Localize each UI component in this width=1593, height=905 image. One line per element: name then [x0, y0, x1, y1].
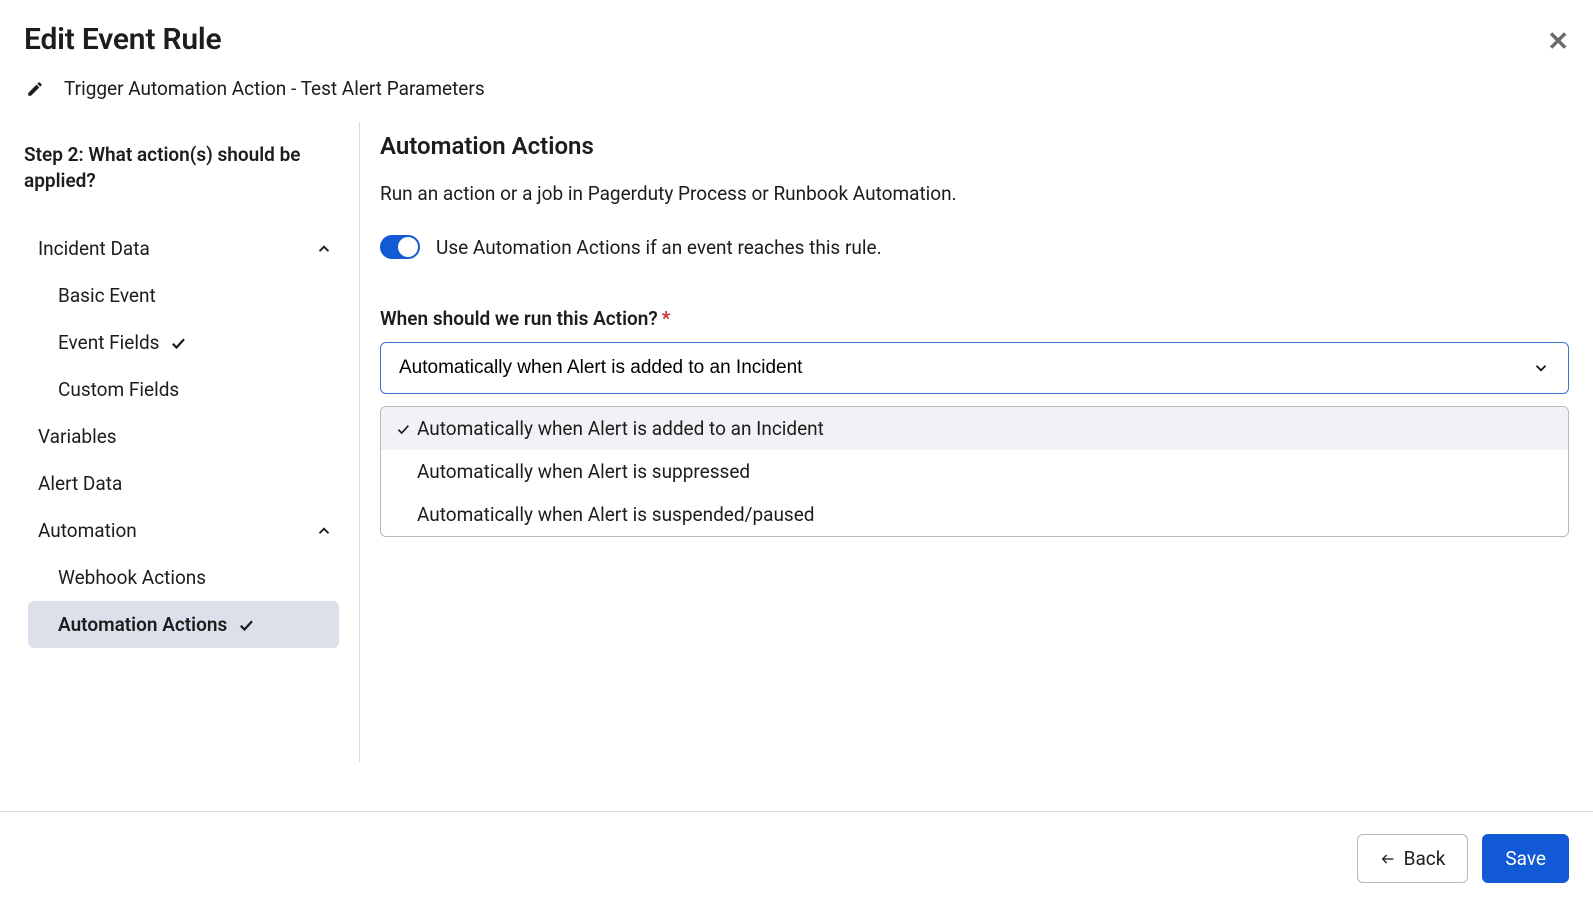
dropdown-option-suppressed[interactable]: Automatically when Alert is suppressed	[381, 450, 1568, 493]
step-label: Step 2: What action(s) should be applied…	[24, 142, 347, 193]
sidebar-item-event-fields[interactable]: Event Fields	[24, 319, 347, 366]
footer: Back Save	[0, 811, 1593, 905]
sidebar-item-webhook-actions[interactable]: Webhook Actions	[24, 554, 347, 601]
option-label: Automatically when Alert is suppressed	[417, 460, 750, 483]
pencil-icon[interactable]	[26, 80, 44, 98]
check-icon	[237, 616, 255, 634]
page-title: Edit Event Rule	[24, 22, 1569, 57]
required-asterisk: *	[662, 307, 671, 330]
main-panel: Automation Actions Run an action or a jo…	[360, 122, 1593, 762]
close-button[interactable]: ✕	[1547, 28, 1569, 54]
toggle-row: Use Automation Actions if an event reach…	[380, 235, 1569, 259]
sidebar-item-alert-data[interactable]: Alert Data	[24, 460, 347, 507]
subtitle-row: Trigger Automation Action - Test Alert P…	[24, 77, 1569, 100]
chevron-up-icon	[315, 240, 333, 258]
sidebar-item-label: Automation Actions	[58, 613, 227, 636]
option-label: Automatically when Alert is added to an …	[417, 417, 824, 440]
check-icon	[395, 421, 417, 437]
sidebar-group-label: Automation	[38, 519, 137, 542]
sidebar-group-automation[interactable]: Automation	[24, 507, 347, 554]
run-action-select[interactable]: Automatically when Alert is added to an …	[380, 342, 1569, 394]
sidebar-group-incident-data[interactable]: Incident Data	[24, 225, 347, 272]
section-title: Automation Actions	[380, 132, 1569, 160]
dropdown-option-suspended[interactable]: Automatically when Alert is suspended/pa…	[381, 493, 1568, 536]
sidebar-item-label: Webhook Actions	[58, 566, 206, 589]
sidebar: Step 2: What action(s) should be applied…	[0, 122, 360, 762]
sidebar-item-label: Alert Data	[38, 472, 122, 495]
sidebar-item-basic-event[interactable]: Basic Event	[24, 272, 347, 319]
save-label: Save	[1505, 847, 1546, 870]
rule-subtitle: Trigger Automation Action - Test Alert P…	[64, 77, 485, 100]
field-label: When should we run this Action?*	[380, 307, 1569, 330]
content: Step 2: What action(s) should be applied…	[0, 122, 1593, 762]
check-icon	[169, 334, 187, 352]
sidebar-group-label: Incident Data	[38, 237, 150, 260]
sidebar-item-label: Variables	[38, 425, 117, 448]
sidebar-item-label: Custom Fields	[58, 378, 179, 401]
back-button[interactable]: Back	[1357, 834, 1469, 883]
sidebar-item-custom-fields[interactable]: Custom Fields	[24, 366, 347, 413]
select-value: Automatically when Alert is added to an …	[399, 357, 802, 379]
sidebar-item-label: Basic Event	[58, 284, 156, 307]
dropdown-option-added-to-incident[interactable]: Automatically when Alert is added to an …	[381, 407, 1568, 450]
save-button[interactable]: Save	[1482, 834, 1569, 883]
back-label: Back	[1404, 847, 1446, 870]
section-description: Run an action or a job in Pagerduty Proc…	[380, 182, 1569, 205]
arrow-left-icon	[1380, 851, 1396, 867]
field-label-text: When should we run this Action?	[380, 307, 658, 330]
chevron-up-icon	[315, 522, 333, 540]
option-label: Automatically when Alert is suspended/pa…	[417, 503, 815, 526]
toggle-label: Use Automation Actions if an event reach…	[436, 236, 882, 259]
sidebar-item-label: Event Fields	[58, 331, 159, 354]
automation-toggle[interactable]	[380, 235, 420, 259]
sidebar-item-automation-actions[interactable]: Automation Actions	[28, 601, 339, 648]
sidebar-item-variables[interactable]: Variables	[24, 413, 347, 460]
header: Edit Event Rule ✕ Trigger Automation Act…	[0, 0, 1593, 100]
toggle-knob	[398, 237, 418, 257]
chevron-down-icon	[1532, 359, 1550, 377]
close-icon: ✕	[1547, 26, 1569, 56]
run-action-dropdown: Automatically when Alert is added to an …	[380, 406, 1569, 537]
